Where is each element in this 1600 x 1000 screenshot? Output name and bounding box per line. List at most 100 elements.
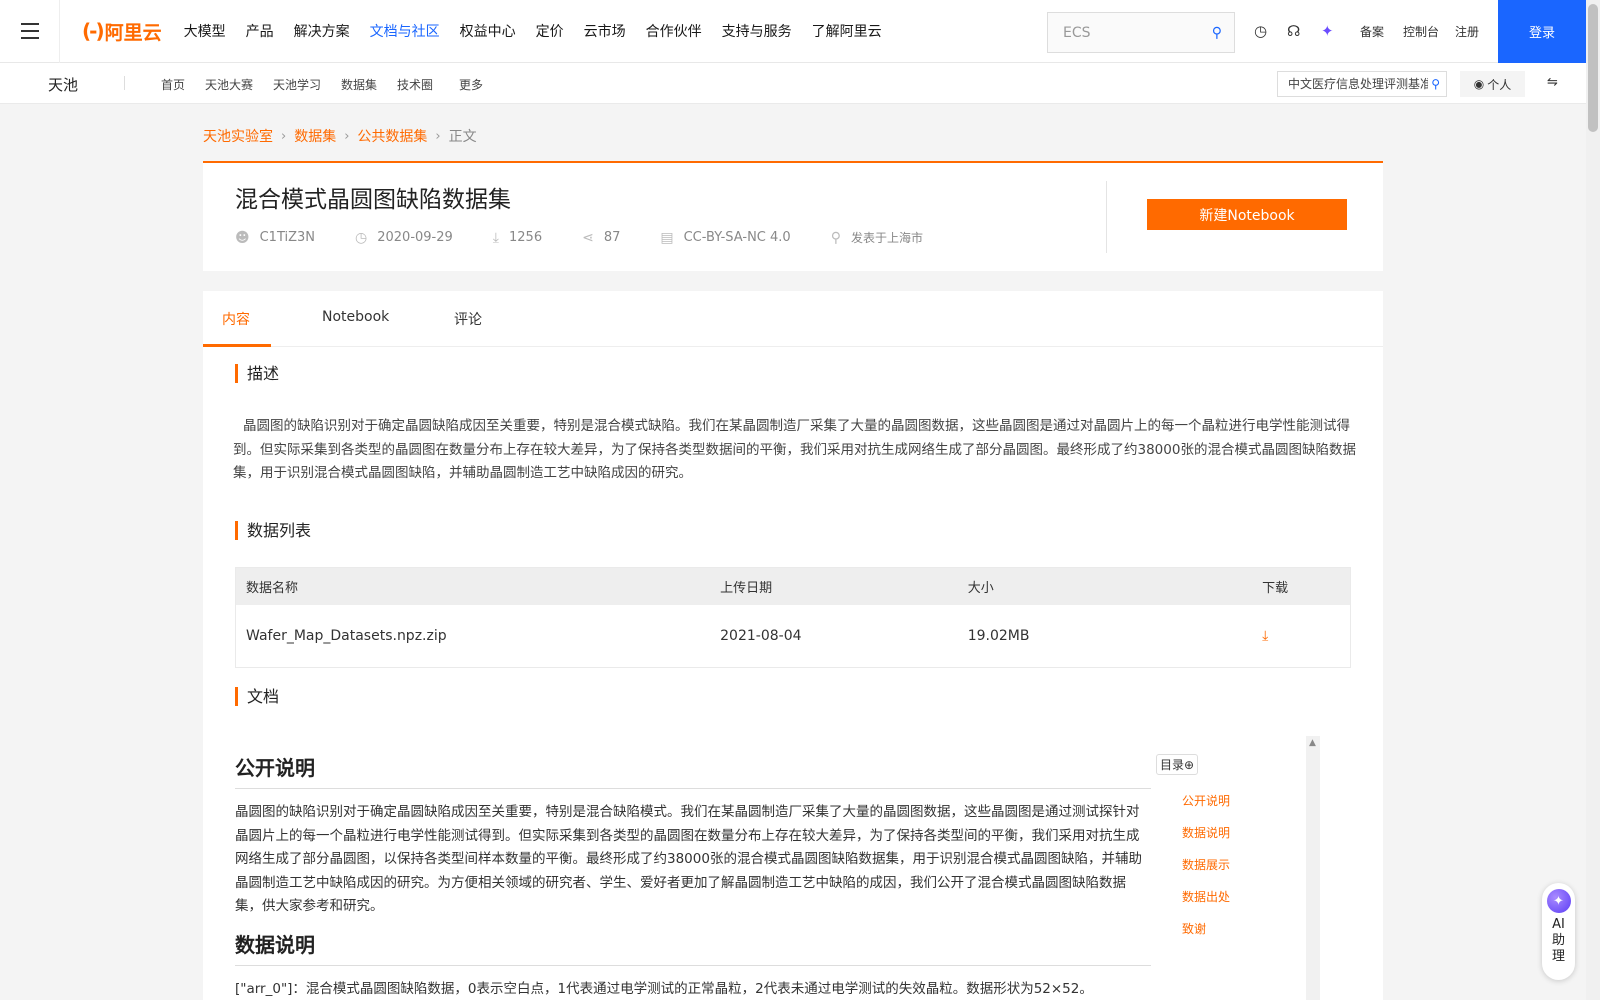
tianchi-subnav: 天池 首页 天池大赛 天池学习 数据集 技术圈 更多 中文医疗信息处理评测基准 … <box>0 63 1586 104</box>
content-tabs: 内容 Notebook 评论 <box>203 291 1383 347</box>
subnav-item-home[interactable]: 首页 <box>161 76 185 93</box>
register-link[interactable]: 注册 <box>1455 23 1479 40</box>
login-button[interactable]: 登录 <box>1498 0 1586 63</box>
active-tab-indicator <box>203 344 271 347</box>
nav-item-products[interactable]: 产品 <box>246 21 274 41</box>
header-divider <box>1106 181 1107 253</box>
table-of-contents: 公开说明 数据说明 数据展示 数据出处 致谢 <box>1182 792 1230 952</box>
personal-label: 个人 <box>1487 77 1512 92</box>
breadcrumb: 天池实验室 › 数据集 › 公共数据集 › 正文 <box>203 126 477 146</box>
section-title-data-list: 数据列表 <box>235 521 311 540</box>
subnav-item-competitions[interactable]: 天池大赛 <box>205 76 253 93</box>
toc-toggle-button[interactable]: 目录⊕ <box>1156 754 1199 775</box>
ai-assistant-label: AI助理 <box>1551 917 1565 964</box>
toc-item-showcase[interactable]: 数据展示 <box>1182 856 1230 888</box>
table-header: 数据名称 上传日期 大小 下载 <box>236 568 1350 605</box>
tab-comments[interactable]: 评论 <box>454 309 482 329</box>
clock-icon: ◷ <box>355 229 368 246</box>
collapse-icon: ⊕ <box>1184 758 1195 772</box>
meta-downloads: ⤓ 1256 <box>493 230 542 246</box>
nav-item-pricing[interactable]: 定价 <box>536 21 564 41</box>
dataset-meta: ☻ C1TiZ3N ◷ 2020-09-29 ⤓ 1256 ⋖ 87 ▤ CC-… <box>235 229 963 246</box>
nav-item-solutions[interactable]: 解决方案 <box>294 21 350 41</box>
document-viewer[interactable]: 公开说明 晶圆图的缺陷识别对于确定晶圆缺陷成因至关重要，特别是混合缺陷模式。我们… <box>235 736 1339 1000</box>
ai-star-icon[interactable]: ✦ <box>1321 22 1334 40</box>
tianchi-brand[interactable]: 天池 <box>48 74 78 95</box>
meta-location: ⚲ 发表于上海市 <box>831 229 923 246</box>
nav-item-benefits[interactable]: 权益中心 <box>460 21 516 41</box>
nav-item-models[interactable]: 大模型 <box>184 21 226 41</box>
toc-item-public[interactable]: 公开说明 <box>1182 792 1230 824</box>
author-name[interactable]: C1TiZ3N <box>260 230 315 245</box>
menu-icon[interactable] <box>0 0 60 63</box>
breadcrumb-lab[interactable]: 天池实验室 <box>203 126 273 146</box>
download-icon[interactable]: ⤓ <box>1262 628 1268 644</box>
toc-item-data[interactable]: 数据说明 <box>1182 824 1230 856</box>
table-row: Wafer_Map_Datasets.npz.zip 2021-08-04 19… <box>236 605 1350 667</box>
doc-paragraph-data: ["arr_0"]：混合模式晶圆图缺陷数据，0表示空白点，1代表通过电学测试的正… <box>235 981 1093 997</box>
nav-item-marketplace[interactable]: 云市场 <box>584 21 626 41</box>
download-count-icon: ⤓ <box>492 229 499 246</box>
chevron-right-icon: › <box>344 128 350 144</box>
content-card: 内容 Notebook 评论 描述 晶圆图的缺陷识别对于确定晶圆缺陷成因至关重要… <box>203 291 1383 1000</box>
subnav-item-learning[interactable]: 天池学习 <box>273 76 321 93</box>
doc-heading-data: 数据说明 <box>235 929 1151 966</box>
headset-icon[interactable]: ☊ <box>1287 22 1300 40</box>
search-icon[interactable]: ⚲ <box>1212 25 1222 41</box>
meta-shares: ⋖ 87 <box>582 230 620 246</box>
scrollbar-thumb[interactable] <box>1588 4 1598 132</box>
upload-date: 2021-08-04 <box>720 628 802 644</box>
subnav-item-datasets[interactable]: 数据集 <box>341 76 377 93</box>
breadcrumb-public-datasets[interactable]: 公共数据集 <box>357 126 427 146</box>
doc-scrollbar[interactable]: ▲ <box>1306 736 1320 1000</box>
col-header-date: 上传日期 <box>720 581 773 596</box>
nav-item-partners[interactable]: 合作伙伴 <box>646 21 702 41</box>
subnav-search-value: 中文医疗信息处理评测基准 <box>1288 77 1433 91</box>
new-notebook-button[interactable]: 新建Notebook <box>1147 199 1347 230</box>
beian-link[interactable]: 备案 <box>1360 23 1384 40</box>
col-header-download: 下载 <box>1262 581 1289 596</box>
share-icon: ⋖ <box>582 229 594 246</box>
page-scrollbar[interactable] <box>1586 0 1600 1000</box>
dashboard-icon[interactable]: ◷ <box>1254 22 1267 40</box>
console-link[interactable]: 控制台 <box>1403 23 1439 40</box>
subnav-item-more[interactable]: 更多 <box>459 76 483 93</box>
file-size: 19.02MB <box>967 628 1030 644</box>
chevron-right-icon: › <box>435 128 441 144</box>
subnav-divider <box>124 76 125 90</box>
share-count: 87 <box>603 230 621 245</box>
top-navbar: (-) 阿里云 大模型 产品 解决方案 文档与社区 权益中心 定价 云市场 合作… <box>0 0 1586 63</box>
personal-button[interactable]: ◉ 个人 <box>1460 71 1525 97</box>
tab-notebook[interactable]: Notebook <box>322 309 389 325</box>
license-text: CC-BY-SA-NC 4.0 <box>683 230 791 245</box>
logo-mark-icon: (-) <box>82 19 105 43</box>
aliyun-logo[interactable]: (-) 阿里云 <box>82 18 162 45</box>
chevron-right-icon: › <box>281 128 287 144</box>
main-nav: 大模型 产品 解决方案 文档与社区 权益中心 定价 云市场 合作伙伴 支持与服务… <box>184 21 882 41</box>
nav-item-docs-community[interactable]: 文档与社区 <box>370 21 440 41</box>
fullscreen-icon[interactable]: ⇋ <box>1547 75 1558 90</box>
subnav-search-input[interactable]: 中文医疗信息处理评测基准 ⚲ <box>1277 71 1447 97</box>
dataset-title: 混合模式晶圆图缺陷数据集 <box>235 187 511 213</box>
doc-heading-public: 公开说明 <box>235 752 1151 789</box>
top-search-input[interactable]: ECS ⚲ <box>1047 12 1235 53</box>
breadcrumb-datasets[interactable]: 数据集 <box>294 126 336 146</box>
ai-sparkle-icon: ✦ <box>1546 889 1571 913</box>
meta-date: ◷ 2020-09-29 <box>355 230 453 246</box>
nav-item-about[interactable]: 了解阿里云 <box>812 21 882 41</box>
nav-item-support[interactable]: 支持与服务 <box>722 21 792 41</box>
toc-item-thanks[interactable]: 致谢 <box>1182 920 1230 952</box>
subnav-item-tech-circle[interactable]: 技术圈 <box>397 76 433 93</box>
tab-content[interactable]: 内容 <box>222 309 250 329</box>
section-title-description: 描述 <box>235 364 279 383</box>
doc-paragraph-public: 晶圆图的缺陷识别对于确定晶圆缺陷成因至关重要，特别是混合缺陷模式。我们在某晶圆制… <box>235 804 1142 914</box>
dataset-header: 混合模式晶圆图缺陷数据集 ☻ C1TiZ3N ◷ 2020-09-29 ⤓ 12… <box>203 161 1383 271</box>
user-circle-icon: ◉ <box>1473 77 1485 91</box>
scroll-up-icon[interactable]: ▲ <box>1309 738 1316 748</box>
search-icon[interactable]: ⚲ <box>1428 72 1440 96</box>
location-text: 发表于上海市 <box>850 231 923 245</box>
toc-label: 目录 <box>1160 758 1185 772</box>
toc-item-source[interactable]: 数据出处 <box>1182 888 1230 920</box>
ai-assistant-button[interactable]: ✦ AI助理 <box>1542 883 1575 980</box>
file-name: Wafer_Map_Datasets.npz.zip <box>246 628 447 644</box>
